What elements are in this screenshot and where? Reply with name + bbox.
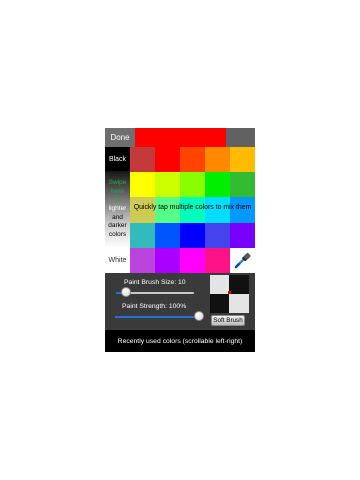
strength-label: Paint Strength: 100% <box>122 303 187 310</box>
color-palette-grid <box>130 147 255 273</box>
white-button[interactable]: White <box>105 248 130 273</box>
lightness-swipe-strip[interactable]: Swipe here for lighter and darker colors <box>105 171 130 248</box>
color-swatch[interactable] <box>180 247 205 273</box>
done-button[interactable]: Done <box>105 128 135 147</box>
color-swatch[interactable] <box>155 197 180 223</box>
color-swatch[interactable] <box>230 172 255 198</box>
color-swatch[interactable] <box>205 247 230 273</box>
color-swatch[interactable] <box>155 147 180 173</box>
preview-quadrant <box>210 275 229 294</box>
swipe-hint-line: for <box>113 196 122 204</box>
color-swatch[interactable] <box>180 147 205 173</box>
color-swatch[interactable] <box>180 222 205 248</box>
preview-brush-dot <box>228 291 231 294</box>
black-label: Black <box>108 155 127 163</box>
preview-quadrant <box>210 294 229 313</box>
done-label: Done <box>110 133 130 142</box>
strength-fill <box>115 316 199 318</box>
white-label: White <box>108 257 127 264</box>
color-picker-panel: Done Black Swipe here for lighter and darker c… <box>105 128 255 352</box>
eyedropper-icon <box>234 253 250 269</box>
swipe-hint-line: darker <box>108 222 127 230</box>
preview-quadrant <box>229 294 249 313</box>
color-swatch[interactable] <box>205 197 230 223</box>
color-swatch[interactable] <box>180 172 205 198</box>
color-swatch[interactable] <box>205 147 230 173</box>
color-swatch[interactable] <box>130 197 155 223</box>
color-swatch[interactable] <box>205 172 230 198</box>
soft-brush-button[interactable]: Soft Brush <box>211 315 245 326</box>
swipe-hint-line: Swipe <box>108 179 127 187</box>
brush-size-label: Paint Brush Size: 10 <box>124 279 186 286</box>
color-swatch[interactable] <box>130 222 155 248</box>
recent-colors-label: Recently used colors (scrollable left-ri… <box>117 337 243 345</box>
color-swatch[interactable] <box>180 197 205 223</box>
brush-preview <box>210 275 249 313</box>
color-swatch[interactable] <box>155 222 180 248</box>
swipe-hint-line: colors <box>108 230 127 238</box>
color-swatch[interactable] <box>230 197 255 223</box>
color-swatch[interactable] <box>155 172 180 198</box>
previous-color-swatch[interactable] <box>226 128 255 147</box>
color-swatch[interactable] <box>130 147 155 173</box>
current-color-swatch <box>135 128 226 147</box>
color-swatch[interactable] <box>130 172 155 198</box>
color-swatch[interactable] <box>230 147 255 173</box>
strength-slider[interactable] <box>115 316 199 318</box>
swipe-hint-line: lighter <box>108 205 127 213</box>
color-swatch[interactable] <box>155 247 180 273</box>
swipe-hint-line: and <box>112 213 123 221</box>
color-swatch[interactable] <box>230 222 255 248</box>
strength-thumb[interactable] <box>194 311 204 321</box>
recent-colors-bar[interactable]: Recently used colors (scrollable left-ri… <box>105 330 255 352</box>
soft-brush-label: Soft Brush <box>213 317 243 324</box>
color-swatch[interactable] <box>205 222 230 248</box>
brush-size-thumb[interactable] <box>121 287 132 297</box>
color-swatch[interactable] <box>130 247 155 273</box>
preview-quadrant <box>229 275 249 294</box>
eyedropper-button[interactable] <box>230 247 255 273</box>
swipe-hint-line: here <box>110 188 124 196</box>
black-button[interactable]: Black <box>105 147 130 171</box>
